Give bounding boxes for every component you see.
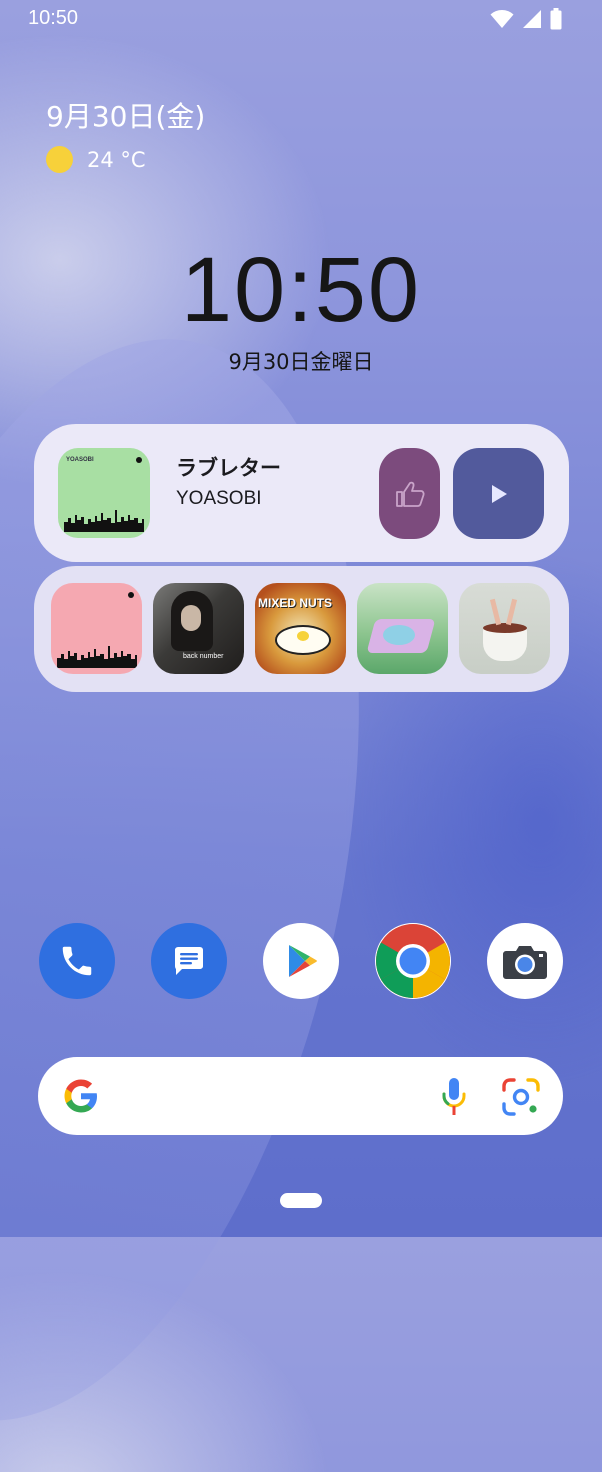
- chrome-icon: [376, 924, 450, 998]
- play-button[interactable]: [453, 448, 544, 539]
- status-bar: 10:50: [0, 0, 602, 38]
- album-thumb-dot: [128, 592, 134, 598]
- nut-graphic: [297, 631, 309, 641]
- city-skyline-graphic: [64, 510, 144, 532]
- soil-graphic: [483, 623, 527, 633]
- temperature: 24 °C: [87, 147, 146, 172]
- google-g-icon: [64, 1079, 97, 1113]
- google-search-bar[interactable]: [38, 1057, 563, 1135]
- play-icon: [491, 484, 507, 503]
- lens-icon[interactable]: [501, 1077, 541, 1117]
- thumbs-up-icon: [395, 481, 425, 507]
- mic-icon[interactable]: [441, 1077, 467, 1117]
- album-thumb-text: back number: [183, 653, 224, 660]
- album-thumb-3[interactable]: MIXED NUTS: [255, 583, 346, 674]
- home-gesture-handle[interactable]: [280, 1193, 322, 1208]
- clock-date: 9月30日金曜日: [228, 350, 374, 374]
- status-time: 10:50: [28, 7, 79, 29]
- album-art-dot: [136, 457, 142, 463]
- track-title: ラブレター: [176, 456, 281, 480]
- media-player-widget[interactable]: YOASOBI ラブレター YOASOBI: [34, 424, 569, 562]
- album-thumb-1[interactable]: [51, 583, 142, 674]
- arm-graphic: [489, 598, 502, 626]
- chrome-app-icon[interactable]: [375, 923, 451, 999]
- battery-icon: [550, 8, 562, 30]
- phone-icon: [62, 946, 92, 976]
- recent-albums-widget: back number MIXED NUTS: [34, 566, 569, 692]
- album-thumb-5[interactable]: [459, 583, 550, 674]
- messages-app-icon[interactable]: [151, 923, 227, 999]
- album-thumb-2[interactable]: back number: [153, 583, 244, 674]
- camera-app-icon[interactable]: [487, 923, 563, 999]
- arm-graphic: [505, 598, 518, 626]
- app-dock: [0, 923, 602, 999]
- wifi-icon: [490, 10, 514, 28]
- glance-date[interactable]: 9月30日(金): [46, 95, 205, 135]
- album-art[interactable]: YOASOBI: [58, 448, 150, 538]
- track-artist: YOASOBI: [176, 488, 262, 509]
- album-thumb-text: MIXED NUTS: [258, 596, 333, 610]
- messages-icon: [175, 947, 203, 975]
- clock-time[interactable]: 10:50: [0, 238, 602, 343]
- like-button[interactable]: [379, 448, 440, 539]
- album-thumb-4[interactable]: [357, 583, 448, 674]
- signal-icon: [523, 10, 541, 28]
- pool-graphic: [383, 625, 415, 645]
- album-art-text: YOASOBI: [66, 457, 94, 463]
- glance-weather[interactable]: 24 °C: [46, 146, 146, 173]
- portrait-face: [181, 605, 201, 631]
- camera-icon: [503, 946, 547, 979]
- phone-app-icon[interactable]: [39, 923, 115, 999]
- play-store-icon: [289, 945, 317, 977]
- sun-icon: [46, 146, 73, 173]
- city-skyline-graphic: [57, 646, 137, 668]
- play-store-app-icon[interactable]: [263, 923, 339, 999]
